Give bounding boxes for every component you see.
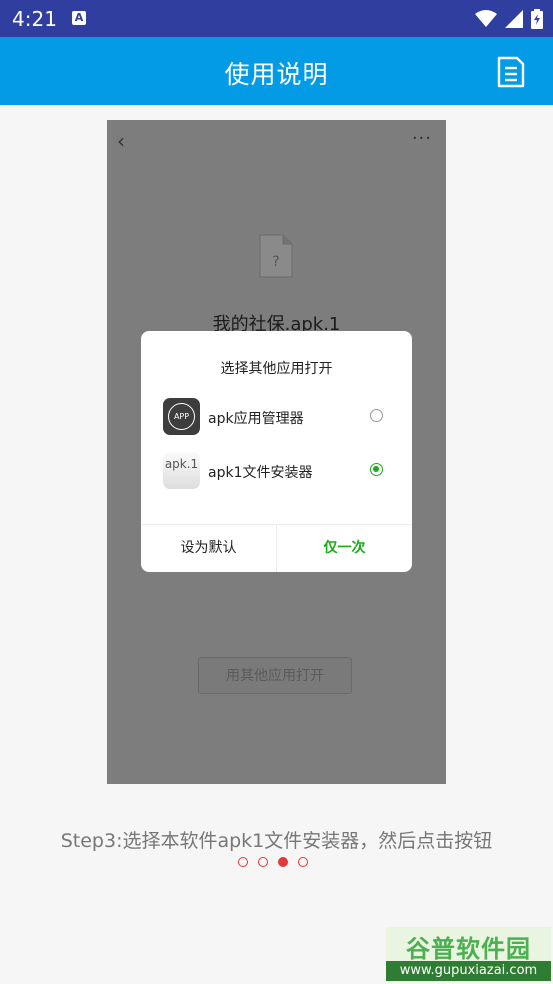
status-bar: 4:21 A: [0, 0, 553, 37]
step-caption: Step3:选择本软件apk1文件安装器，然后点击按钮: [60, 830, 493, 852]
page-dot-1[interactable]: [238, 857, 248, 867]
battery-icon: [531, 9, 543, 29]
signal-icon: [505, 10, 523, 28]
site-watermark: 谷普软件园 www.gupuxiazai.com: [386, 927, 551, 982]
page-dot-4[interactable]: [298, 857, 308, 867]
open-with-other-app-button: 用其他应用打开: [198, 657, 352, 694]
option-label: apk1文件安装器: [208, 465, 313, 481]
page-indicator: [238, 857, 308, 867]
apk1-installer-icon: apk.1: [163, 452, 200, 489]
unknown-file-icon: ?: [259, 234, 293, 278]
watermark-url: www.gupuxiazai.com: [386, 961, 551, 981]
document-list-icon[interactable]: [493, 54, 529, 90]
notification-a-icon: A: [72, 11, 86, 25]
app-manager-icon: APP: [163, 398, 200, 435]
radio-checked[interactable]: [370, 463, 383, 476]
page-dot-3-active[interactable]: [278, 857, 288, 867]
status-icons: [475, 8, 543, 30]
option-label: apk应用管理器: [208, 411, 304, 427]
open-with-dialog: 选择其他应用打开 APP apk应用管理器 apk.1 apk1文件安装器 设为…: [141, 331, 412, 572]
option-apk-manager[interactable]: APP apk应用管理器: [141, 394, 412, 440]
more-icon: ···: [411, 128, 432, 149]
page-title: 使用说明: [224, 60, 329, 89]
status-time: 4:21: [12, 7, 57, 31]
wifi-icon: [475, 10, 497, 27]
back-icon: ‹: [117, 129, 125, 153]
set-default-button[interactable]: 设为默认: [141, 525, 276, 572]
svg-text:?: ?: [272, 254, 279, 270]
dialog-title: 选择其他应用打开: [220, 361, 333, 377]
watermark-brand: 谷普软件园: [406, 935, 531, 963]
page-dot-2[interactable]: [258, 857, 268, 867]
radio-unchecked[interactable]: [370, 409, 383, 422]
app-bar: 使用说明: [0, 37, 553, 105]
option-apk1-installer[interactable]: apk.1 apk1文件安装器: [141, 448, 412, 494]
just-once-button[interactable]: 仅一次: [277, 525, 412, 572]
